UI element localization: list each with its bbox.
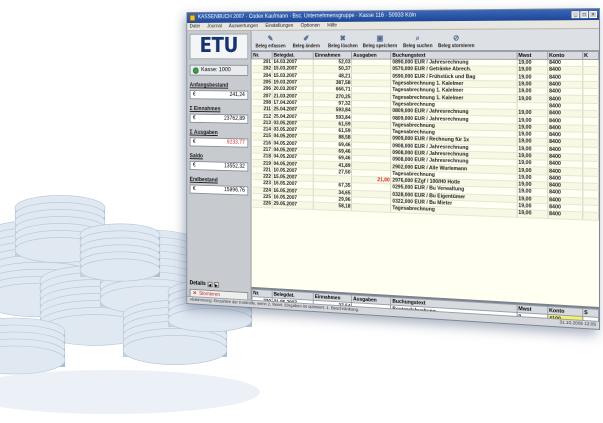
cashbox-icon [192,66,199,74]
close-button[interactable]: × [589,11,598,19]
column-header[interactable]: Buchungstext [391,51,517,60]
menu-auswertungen[interactable]: Auswertungen [229,23,258,29]
toolbar-button-4[interactable]: ⌕ Beleg suchen [399,31,436,49]
save-icon: ▣ [376,33,384,43]
table-cell: 19,00 [516,209,548,219]
journal-grid[interactable]: Nr. Belegdat. Einnahmen Ausgaben Buchungstex… [251,51,600,307]
window-title: KASSENBUCH 2007 · Codex Kaufmann · Bsc. … [197,12,417,21]
coin-face [167,307,253,333]
toolbar-button-5[interactable]: ⊘ Beleg stornieren [437,31,475,50]
einnahmen-label: Σ Einnahmen [189,106,221,113]
table-cell [582,59,599,67]
delete-icon: ✖ [339,34,346,43]
menu-einstellungen[interactable]: Einstellungen [265,23,293,29]
table-cell: 19,00 [516,73,548,82]
main-area: ✎ Beleg erfassen ✐ Beleg ändern ✖ Beleg lösch… [251,29,600,329]
minimize-button[interactable]: _ [571,11,580,19]
window-controls: _ □ × [571,11,599,19]
next-icon[interactable]: ▶ [213,281,219,288]
application-window: KASSENBUCH 2007 · Codex Kaufmann · Bsc. … [186,8,600,330]
column-header[interactable]: Einnahmen [313,51,352,60]
toolbar-button-2[interactable]: ✖ Beleg löschen [325,31,361,49]
maximize-button[interactable]: □ [580,11,589,19]
saldo-label: Saldo [189,153,203,160]
toolbar-label: Beleg speichern [362,43,398,50]
toolbar-button-0[interactable]: ✎ Beleg erfassen [253,32,288,50]
etu-logo: ETU [189,33,249,60]
ausgaben-label: Σ Ausgaben [189,129,218,137]
pencil-icon: ✎ [267,34,274,43]
toolbar-label: Beleg ändern [292,43,321,50]
column-header[interactable]: Belegdat. [272,51,314,60]
table-cell: 0890,000 EUR / Jahresrechnung [391,59,517,67]
toolbar: ✎ Beleg erfassen ✐ Beleg ändern ✖ Beleg lösch… [251,29,600,52]
coin-face [122,335,228,365]
saldo-value: € 13552,32 [189,160,249,172]
table-cell: 19,00 [516,66,548,74]
table-cell: 29.05.2007 [272,200,314,210]
table-cell: 17.04.2007 [272,99,314,107]
table-cell: 21.03.2007 [272,92,314,100]
details-label: Details [189,280,206,287]
table-cell [582,81,599,89]
menu-datei[interactable]: Datei [190,24,200,30]
table-cell: 15.03.2007 [272,65,314,73]
einnahmen-value: € 23762,89 [189,113,249,124]
table-cell: 58,18 [313,202,352,211]
toolbar-label: Beleg stornieren [438,43,475,50]
table-cell [582,74,599,82]
table-cell: 15.03.2007 [272,72,314,80]
table-cell: 19,00 [516,59,548,67]
toolbar-button-1[interactable]: ✐ Beleg ändern [289,31,324,49]
toolbar-label: Beleg erfassen [255,43,286,50]
cancel-icon: ⊘ [453,33,460,43]
column-header[interactable]: K [582,51,599,60]
toolbar-label: Beleg löschen [327,43,358,50]
toolbar-button-3[interactable]: ▣ Beleg speichern [362,31,399,49]
table-cell: 19.03.2007 [272,79,314,87]
search-icon: ⌕ [415,33,420,43]
coin-face [79,258,161,282]
sidebar: ETU Kasse: 1000 Anfangsbestand € 241,24 … [187,30,252,308]
endbestand-value: € 15896,76 [189,184,249,196]
anfangsbestand-label: Anfangsbestand [189,82,229,89]
endbestand-label: Endbestand [189,177,218,184]
column-header[interactable]: Nr. [251,51,273,59]
table-cell [351,203,392,213]
column-header[interactable]: Ausgaben [351,51,392,60]
table-cell: 14.03.2007 [272,58,314,66]
prev-icon[interactable]: ◀ [207,281,213,288]
anfangsbestand-value: € 241,24 [189,90,249,100]
column-header[interactable]: Konto [547,51,583,60]
kasse-label: Kasse: 1000 [201,66,231,74]
status-clock: 31.10.2005 12:05 [559,320,597,328]
table-cell: 20.03.2007 [272,85,314,94]
table-cell [582,66,599,75]
app-icon [189,14,196,22]
column-header[interactable]: Mwst [516,51,548,60]
menu-hilfe[interactable]: Hilfe [327,23,337,29]
menu-optionen[interactable]: Optionen [301,23,320,29]
ausgaben-value: € 9233,77 [189,137,249,148]
kasse-selector[interactable]: Kasse: 1000 [189,64,249,76]
edit-icon: ✐ [303,34,310,43]
table-cell [582,212,599,220]
table-cell: 8400 [547,59,583,67]
details-toggle[interactable]: Details ◀ ▶ [190,281,249,290]
table-cell: 226 [251,200,273,208]
table-cell: 8400 [547,73,583,82]
table-cell: 8400 [547,66,583,75]
menu-journal[interactable]: Journal [207,24,222,30]
toolbar-label: Beleg suchen [402,43,433,50]
table-cell: 8400 [547,210,583,220]
